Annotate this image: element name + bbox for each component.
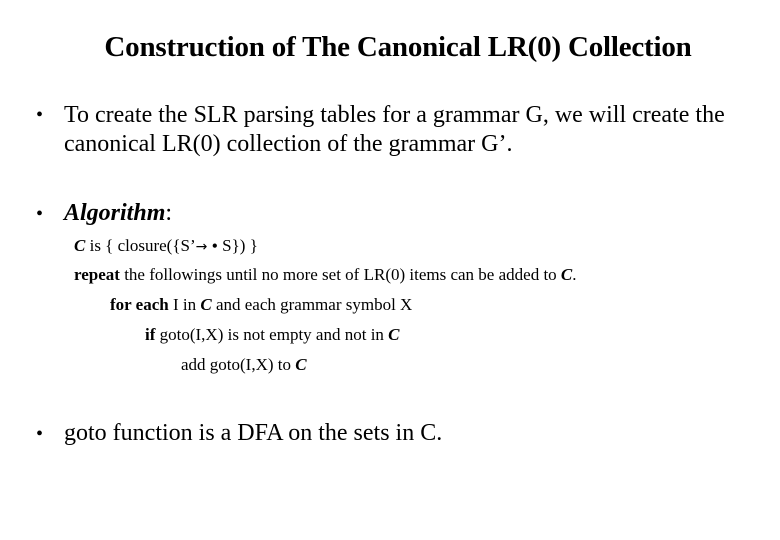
var-c: C <box>200 295 212 314</box>
var-c: C <box>74 236 86 255</box>
arrow-icon: → <box>195 239 208 255</box>
for-each-text: I in <box>168 295 201 314</box>
slide-title-text: Construction of The Canonical LR(0) Coll… <box>104 31 692 63</box>
algorithm-line-add: add goto(I,X) to C <box>181 355 307 375</box>
init-text-end: S}) } <box>217 236 258 255</box>
bullet-dot-icon: • <box>36 203 44 225</box>
algorithm-heading-text: Algorithm <box>64 200 166 226</box>
bullet-intro-line1: To create the SLR parsing tables for a g… <box>64 102 725 128</box>
var-c: C <box>295 355 307 374</box>
slide-title: Construction of The Canonical LR(0) Coll… <box>0 31 780 64</box>
algorithm-heading-colon: : <box>165 200 173 226</box>
init-text: is { closure({S’ <box>85 236 196 255</box>
keyword-for-each: for each <box>110 295 169 314</box>
bullet-dot-icon: • <box>36 423 44 445</box>
bullet-intro-line2: canonical LR(0) collection of the gramma… <box>64 131 513 157</box>
for-each-text-end: and each grammar symbol X <box>211 295 413 314</box>
var-c: C <box>560 265 573 284</box>
bullet-dot-icon: • <box>36 104 44 126</box>
if-text: goto(I,X) is not empty and not in <box>155 325 389 344</box>
keyword-repeat: repeat <box>74 265 120 284</box>
add-text: add goto(I,X) to <box>181 355 296 374</box>
repeat-end: . <box>572 265 577 284</box>
algorithm-heading: Algorithm: <box>64 199 172 227</box>
algorithm-line-if: if goto(I,X) is not empty and not in C <box>145 325 400 345</box>
repeat-text: the followings until no more set of LR(0… <box>119 265 561 284</box>
item-dot-icon: • <box>211 236 218 256</box>
var-c: C <box>388 325 400 344</box>
keyword-if: if <box>145 325 156 344</box>
algorithm-line-repeat: repeat the followings until no more set … <box>74 265 577 285</box>
algorithm-line-for-each: for each I in C and each grammar symbol … <box>110 295 412 315</box>
bullet-goto-line1: goto function is a DFA on the sets in C. <box>64 420 443 446</box>
algorithm-line-init: C is { closure({S’→ • S}) } <box>74 235 258 257</box>
